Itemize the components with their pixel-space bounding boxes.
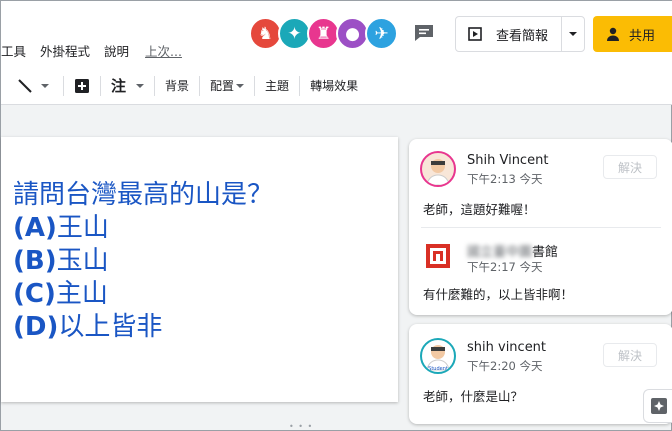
comment-time: 下午2:13 今天 xyxy=(467,172,543,186)
toolbar-divider xyxy=(154,75,156,96)
comment-thread[interactable]: Student shih vincent 下午2:20 今天 解決 老師，什麼是… xyxy=(409,324,672,424)
library-logo-icon xyxy=(426,244,450,268)
toolbar: 注 背景 配置 主題 轉場效果 xyxy=(1,67,672,105)
option-letter: (C) xyxy=(13,279,56,309)
option-letter: (B) xyxy=(13,246,57,276)
comment-text: 有什麼難的，以上皆非啊！ xyxy=(423,287,574,302)
slide-question: 請問台灣最高的山是？ xyxy=(13,180,274,210)
background-button[interactable]: 背景 xyxy=(161,77,193,94)
user-photo-icon xyxy=(426,159,450,185)
comment-author: Shih Vincent xyxy=(467,153,549,168)
chevron-down-icon xyxy=(41,83,49,88)
comment-time: 下午2:17 今天 xyxy=(467,260,543,274)
share-label: 共用 xyxy=(629,28,656,44)
speaker-notes-drag-handle[interactable]: • • • xyxy=(289,422,313,431)
present-dropdown-button[interactable] xyxy=(562,32,584,36)
chevron-down-icon xyxy=(569,32,578,36)
top-bar: 工具 外掛程式 說明 上次... ♞ ✦ ♜ ● ✈ 查看簡報 共用 xyxy=(1,1,672,67)
last-edit-link[interactable]: 上次... xyxy=(145,41,182,60)
toolbar-divider xyxy=(100,75,101,96)
option-letter: (D) xyxy=(13,312,59,342)
layout-label: 配置 xyxy=(210,79,235,93)
comment-thread[interactable]: Shih Vincent 下午2:13 今天 解決 老師，這題好難喔！ 國立臺中… xyxy=(409,139,672,315)
comment-icon xyxy=(415,25,433,41)
slide-canvas[interactable]: 請問台灣最高的山是？ (A)王山 (B)玉山 (C)主山 (D)以上皆非 xyxy=(1,137,398,402)
explore-button[interactable] xyxy=(643,389,672,423)
option-text: 主山 xyxy=(55,279,108,309)
comment-text: 老師，什麼是山？ xyxy=(423,389,524,404)
line-tool-button[interactable] xyxy=(13,78,53,94)
explore-star-icon xyxy=(650,398,667,414)
resolve-button[interactable]: 解決 xyxy=(603,343,657,367)
avatar xyxy=(423,241,453,271)
collaborator-avatars: ♞ ✦ ♜ ● ✈ xyxy=(249,17,398,50)
toolbar-divider xyxy=(63,75,64,96)
slide-option: (B)玉山 xyxy=(13,245,273,278)
play-icon xyxy=(468,27,482,41)
llama-icon: ♜ xyxy=(315,23,332,44)
menu-help[interactable]: 說明 xyxy=(104,41,129,60)
option-text: 玉山 xyxy=(56,246,109,276)
toolbar-divider xyxy=(299,75,301,96)
theme-label: 主題 xyxy=(265,79,290,93)
avatar xyxy=(420,151,456,187)
transition-label: 轉場效果 xyxy=(310,79,359,93)
comment-time: 下午2:20 今天 xyxy=(467,359,543,373)
option-text: 以上皆非 xyxy=(58,312,163,342)
avatar: Student xyxy=(420,338,456,374)
transition-button[interactable]: 轉場效果 xyxy=(306,77,362,94)
slide-option: (D)以上皆非 xyxy=(13,311,273,344)
lock-person-icon xyxy=(607,27,619,41)
airplane-icon: ✈ xyxy=(374,23,389,44)
user-photo-icon: Student xyxy=(426,345,450,372)
line-icon xyxy=(18,78,32,93)
chevron-down-icon xyxy=(136,83,145,88)
slide-textbox[interactable]: 請問台灣最高的山是？ (A)王山 (B)玉山 (C)主山 (D)以上皆非 xyxy=(13,179,273,344)
theme-button[interactable]: 主題 xyxy=(261,77,293,94)
comment-tool-button[interactable]: 注 xyxy=(107,75,148,96)
comment-history-button[interactable] xyxy=(413,23,435,43)
menu-bar: 工具 外掛程式 說明 上次... xyxy=(1,41,196,60)
comment-author: shih vincent xyxy=(467,340,547,355)
student-badge: Student xyxy=(428,366,448,372)
background-label: 背景 xyxy=(165,79,190,93)
add-box-icon xyxy=(75,78,89,93)
present-button-group: 查看簡報 xyxy=(455,16,585,52)
note-label: 注 xyxy=(111,77,127,95)
author-blurred: 國立臺中圖 xyxy=(467,245,533,260)
insert-box-button[interactable] xyxy=(70,78,94,94)
dragon-icon: ✦ xyxy=(287,23,302,44)
option-letter: (A) xyxy=(13,213,57,243)
comment-divider xyxy=(421,227,661,228)
author-suffix: 書館 xyxy=(532,245,559,260)
resolve-button[interactable]: 解決 xyxy=(603,155,657,179)
menu-addons[interactable]: 外掛程式 xyxy=(40,41,90,60)
layout-button[interactable]: 配置 xyxy=(206,77,248,94)
toolbar-divider xyxy=(254,75,256,96)
comment-text: 老師，這題好難喔！ xyxy=(423,202,536,217)
chevron-down-icon xyxy=(236,83,245,88)
slide-option: (C)主山 xyxy=(13,278,273,311)
pig-icon: ● xyxy=(345,23,360,44)
toolbar-divider xyxy=(199,75,201,96)
slide-option: (A)王山 xyxy=(13,212,273,245)
present-label: 查看簡報 xyxy=(496,28,549,44)
present-button[interactable]: 查看簡報 xyxy=(456,17,563,51)
collaborator-avatar[interactable]: ✈ xyxy=(365,17,398,50)
comment-author: 國立臺中圖書館 xyxy=(467,241,558,260)
option-text: 王山 xyxy=(56,213,109,243)
share-button[interactable]: 共用 xyxy=(593,16,672,52)
menu-tools[interactable]: 工具 xyxy=(1,41,26,60)
horse-icon: ♞ xyxy=(257,23,274,44)
